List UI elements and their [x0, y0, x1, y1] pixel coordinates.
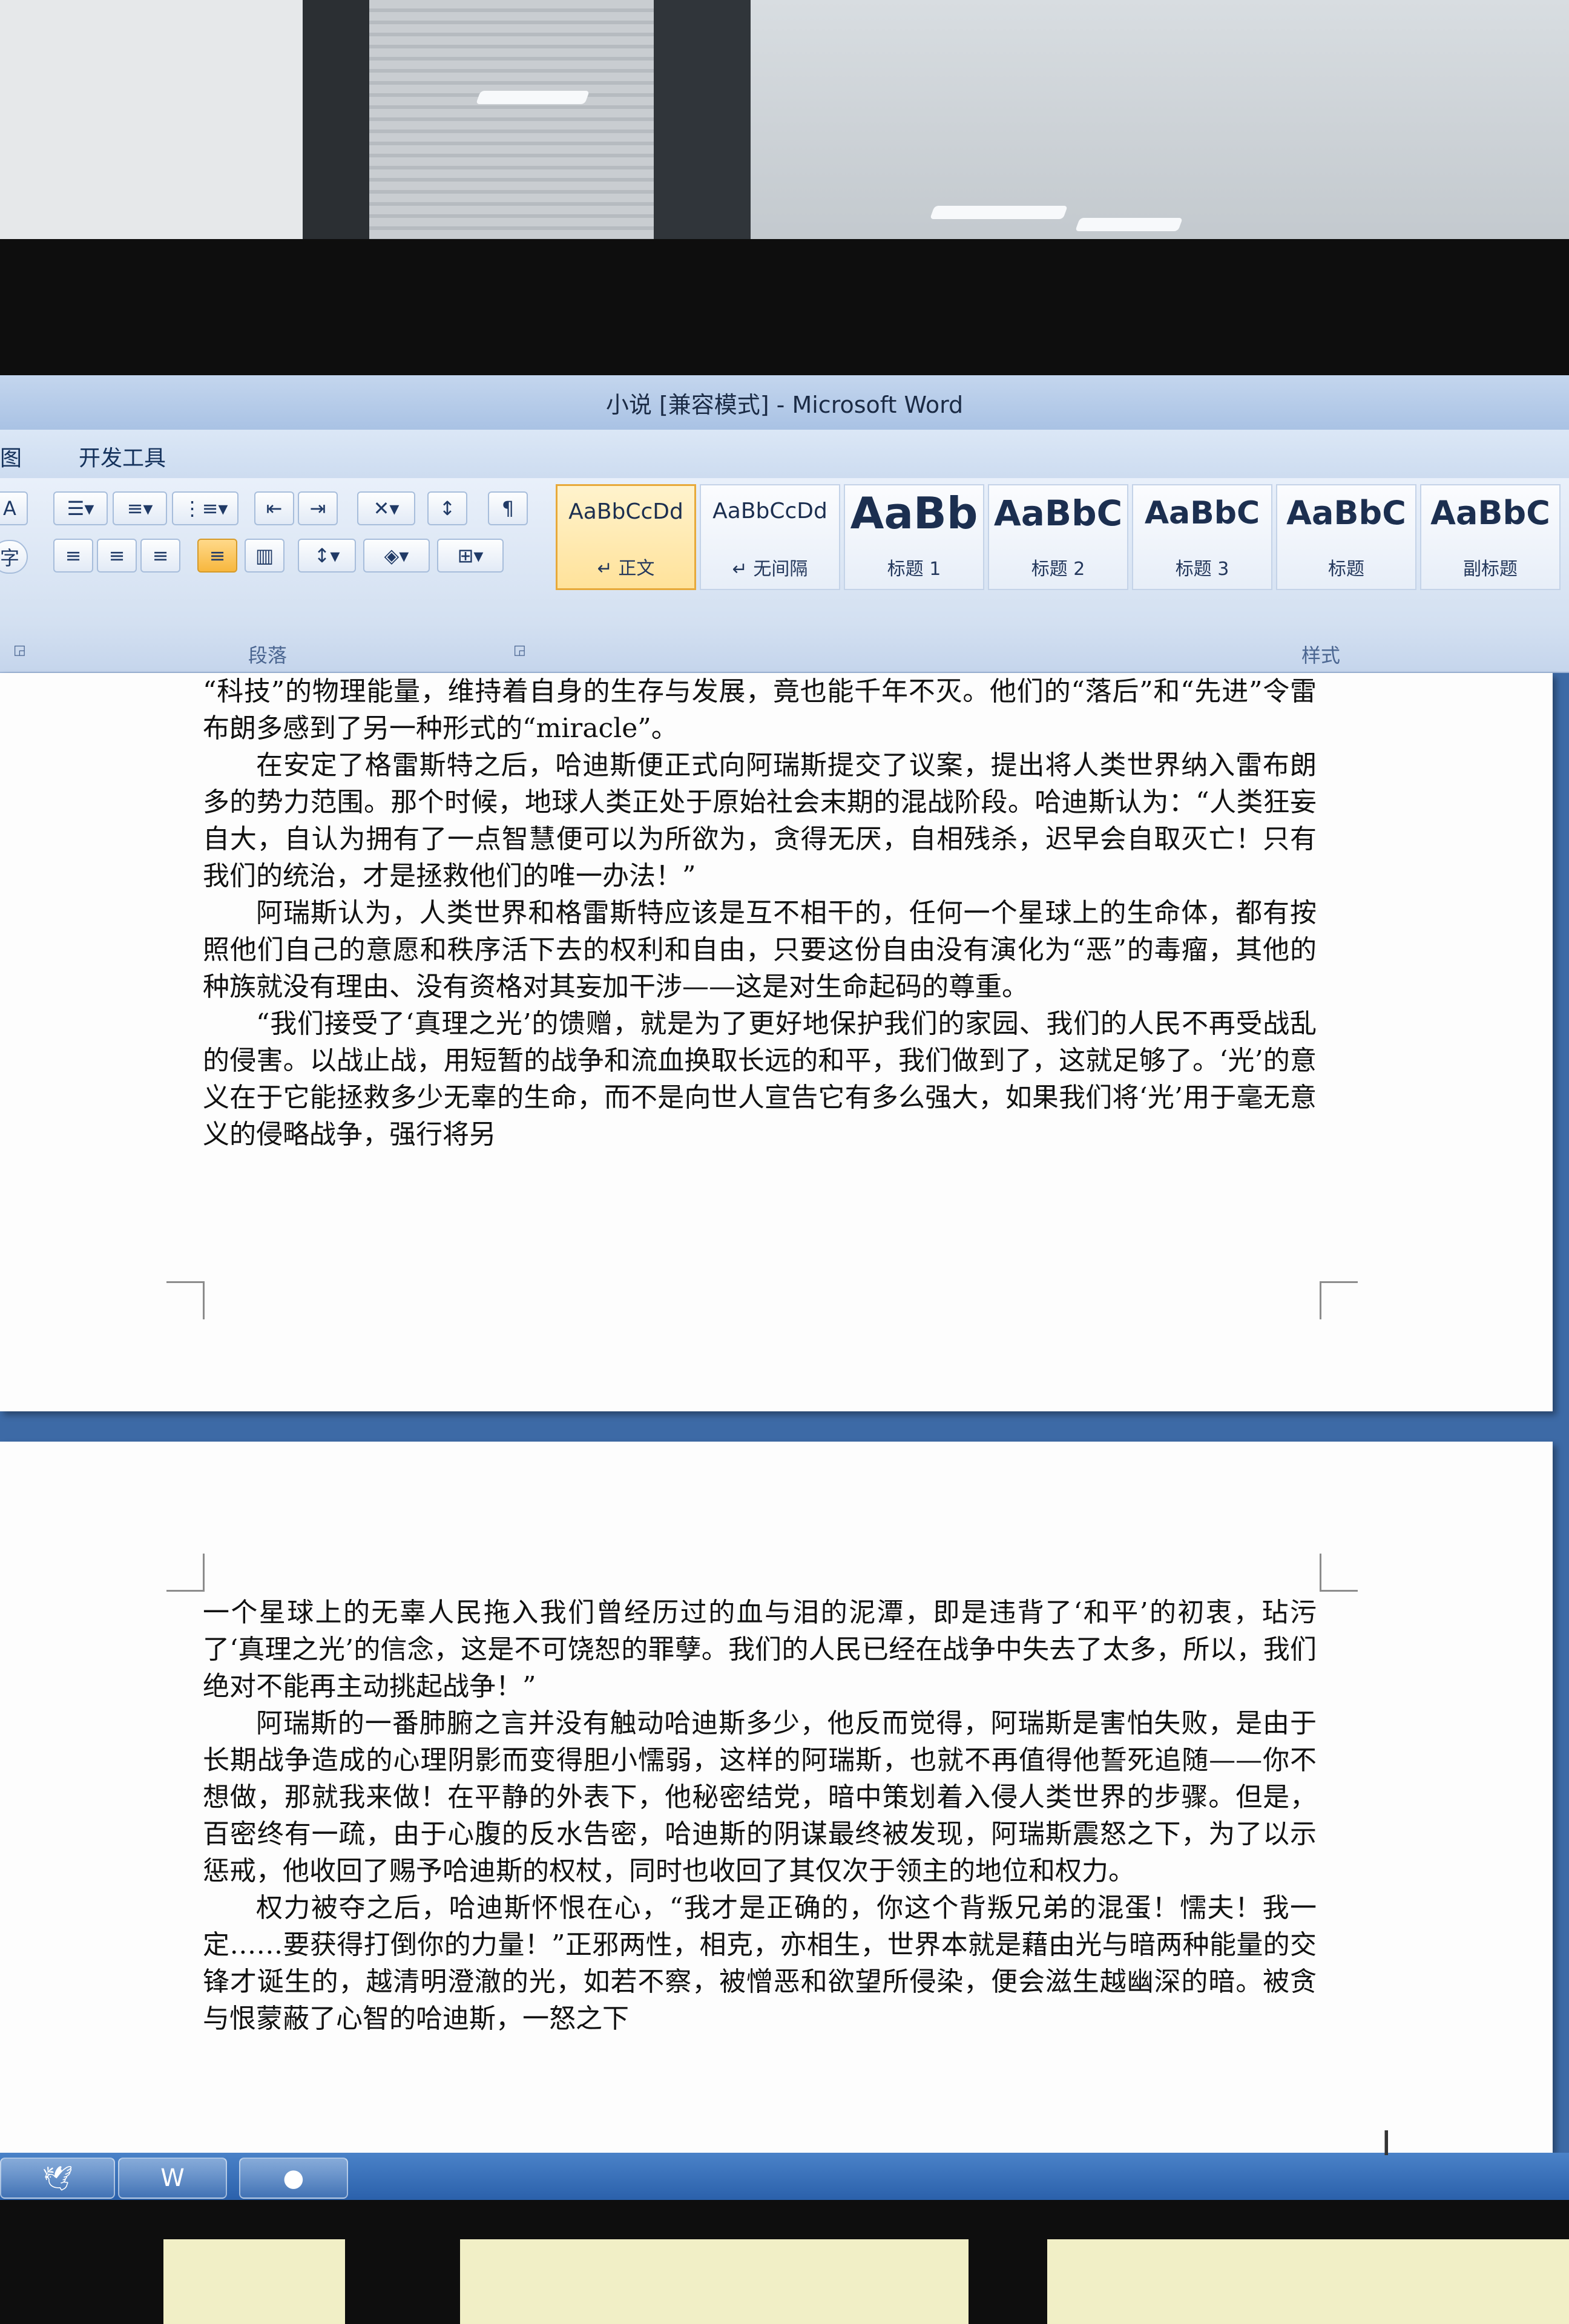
paragraph[interactable]: 权力被夺之后，哈迪斯怀恨在心，“我才是正确的，你这个背叛兄弟的混蛋！懦夫！我一定…: [203, 1889, 1317, 2037]
styles-group-label: 样式: [1301, 644, 1341, 667]
style-name: 标题: [1328, 559, 1364, 580]
style-title[interactable]: AaBbC 标题: [1276, 484, 1416, 590]
ceiling-light: [475, 91, 590, 104]
sticky-note: [1047, 2239, 1569, 2324]
ribbon-tabs: 图 开发工具: [0, 430, 1569, 478]
document-page[interactable]: “科技”的物理能量，维持着自身的生存与发展，竟也能千年不灭。他们的“落后”和“先…: [0, 673, 1553, 1411]
document-page[interactable]: 一个星球上的无辜人民拖入我们曾经历过的血与泪的泥潭，即是违背了‘和平’的初衷，玷…: [0, 1442, 1553, 2153]
page1-text[interactable]: “科技”的物理能量，维持着自身的生存与发展，竟也能千年不灭。他们的“落后”和“先…: [203, 673, 1317, 1153]
paragraph[interactable]: 一个星球上的无辜人民拖入我们曾经历过的血与泪的泥潭，即是违背了‘和平’的初衷，玷…: [203, 1594, 1317, 1705]
bullets-button[interactable]: ☰▾: [53, 491, 108, 525]
office-window: [475, 0, 1569, 242]
paragraph[interactable]: “我们接受了‘真理之光’的馈赠，就是为了更好地保护我们的家园、我们的人民不再受战…: [203, 1005, 1317, 1153]
office-background: [0, 0, 1569, 242]
shading-button[interactable]: ◈▾: [363, 539, 430, 573]
word-window: 小说 [兼容模式] - Microsoft Word 图 开发工具 A 字 ☰▾…: [0, 375, 1569, 2200]
paragraph-group-label: 段落: [248, 644, 288, 667]
margin-corner-mark: [1320, 1554, 1358, 1592]
style-name: ↵ 无间隔: [732, 559, 808, 580]
title-bar: 小说 [兼容模式] - Microsoft Word: [0, 375, 1569, 430]
style-sample: AaBbCcDd: [568, 499, 683, 524]
style-name: ↵ 正文: [597, 558, 655, 579]
font-color-button[interactable]: A: [0, 491, 28, 525]
increase-indent-button[interactable]: ⇥: [298, 491, 338, 525]
ceiling-light: [1074, 218, 1183, 231]
style-heading-3[interactable]: AaBbC 标题 3: [1132, 484, 1272, 590]
style-name: 副标题: [1463, 559, 1518, 580]
style-sample: AaBbC: [1430, 494, 1550, 532]
tab-developer[interactable]: 开发工具: [79, 441, 166, 472]
paragraph[interactable]: 阿瑞斯的一番肺腑之言并没有触动哈迪斯多少，他反而觉得，阿瑞斯是害怕失败，是由于长…: [203, 1705, 1317, 1889]
window-title: 小说 [兼容模式] - Microsoft Word: [605, 391, 964, 418]
page2-text[interactable]: 一个星球上的无辜人民拖入我们曾经历过的血与泪的泥潭，即是违背了‘和平’的初衷，玷…: [203, 1594, 1317, 2037]
tab-view[interactable]: 图: [0, 441, 22, 472]
word-app-icon[interactable]: W: [118, 2158, 227, 2199]
ceiling-light: [929, 206, 1068, 219]
paragraph[interactable]: “科技”的物理能量，维持着自身的生存与发展，竟也能千年不灭。他们的“落后”和“先…: [203, 673, 1317, 747]
line-spacing-button[interactable]: ↕▾: [298, 539, 356, 573]
style-sample: AaBb: [850, 488, 978, 539]
style-sample: AaBbC: [1286, 494, 1406, 532]
style-name: 标题 1: [887, 559, 941, 580]
show-marks-button[interactable]: ¶: [488, 491, 528, 525]
decrease-indent-button[interactable]: ⇤: [254, 491, 294, 525]
align-center-button[interactable]: ≡: [97, 539, 137, 573]
desk-sticky-notes: [0, 2239, 1569, 2324]
window-frame: [654, 0, 751, 242]
margin-corner-mark: [1320, 1281, 1358, 1319]
sticky-note: [460, 2239, 969, 2324]
enclose-characters-button[interactable]: 字: [0, 540, 28, 574]
style-subtitle[interactable]: AaBbC 副标题: [1420, 484, 1561, 590]
style-heading-2[interactable]: AaBbC 标题 2: [988, 484, 1128, 590]
multilevel-list-button[interactable]: ⋮≡▾: [172, 491, 238, 525]
chinese-layout-button[interactable]: ✕▾: [357, 491, 415, 525]
style-sample: AaBbC: [993, 493, 1123, 534]
align-left-button[interactable]: ≡: [53, 539, 93, 573]
window-frame: [303, 0, 369, 242]
margin-corner-mark: [166, 1554, 205, 1592]
style-sample: AaBbC: [1144, 495, 1260, 531]
browser-app-icon[interactable]: ●: [239, 2158, 348, 2199]
justify-button[interactable]: ≡: [197, 539, 237, 573]
sort-button[interactable]: ↕: [427, 491, 467, 525]
qq-app-icon[interactable]: 🕊: [0, 2158, 115, 2199]
text-cursor-icon: I: [1381, 2124, 1392, 2164]
style-normal[interactable]: AaBbCcDd ↵ 正文: [556, 484, 696, 590]
style-name: 标题 2: [1031, 559, 1085, 580]
style-heading-1[interactable]: AaBb 标题 1: [844, 484, 984, 590]
wall: [0, 0, 303, 242]
style-sample: AaBbCcDd: [712, 499, 827, 524]
style-name: 标题 3: [1175, 559, 1229, 580]
taskbar: 🕊 W ●: [0, 2153, 1569, 2200]
paragraph-dialog-launcher-icon[interactable]: ◲: [513, 643, 526, 658]
paragraph[interactable]: 阿瑞斯认为，人类世界和格雷斯特应该是互不相干的，任何一个星球上的生命体，都有按照…: [203, 894, 1317, 1005]
ribbon: A 字 ☰▾ ≡▾ ⋮≡▾ ⇤ ⇥ ✕▾ ↕ ¶ ≡ ≡ ≡ ≡ ▥ ↕▾ ◈▾…: [0, 478, 1569, 673]
numbering-button[interactable]: ≡▾: [113, 491, 167, 525]
paragraph[interactable]: 在安定了格雷斯特之后，哈迪斯便正式向阿瑞斯提交了议案，提出将人类世界纳入雷布朗多…: [203, 747, 1317, 894]
distributed-button[interactable]: ▥: [245, 539, 285, 573]
sticky-note: [163, 2239, 345, 2324]
styles-gallery: AaBbCcDd ↵ 正文 AaBbCcDd ↵ 无间隔 AaBb 标题 1 A…: [551, 484, 1569, 635]
margin-corner-mark: [166, 1281, 205, 1319]
font-dialog-launcher-icon[interactable]: ◲: [13, 643, 26, 658]
window-blinds: [369, 0, 654, 242]
style-no-spacing[interactable]: AaBbCcDd ↵ 无间隔: [700, 484, 840, 590]
borders-button[interactable]: ⊞▾: [437, 539, 504, 573]
align-right-button[interactable]: ≡: [140, 539, 180, 573]
document-area[interactable]: “科技”的物理能量，维持着自身的生存与发展，竟也能千年不灭。他们的“落后”和“先…: [0, 673, 1569, 2153]
